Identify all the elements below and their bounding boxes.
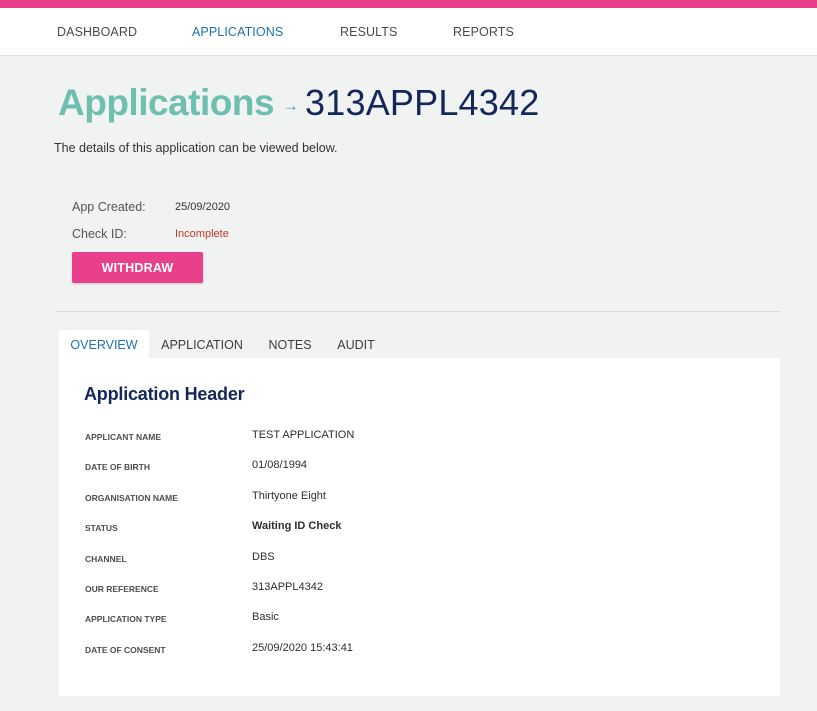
our-reference-value: 313APPL4342 <box>252 581 323 593</box>
applicant-name-label: APPLICANT NAME <box>85 432 162 442</box>
app-created-value: 25/09/2020 <box>175 201 231 213</box>
tab-overview[interactable]: OVERVIEW <box>59 330 149 359</box>
page-title: Applications → 313APPL4342 <box>58 82 539 126</box>
status-label: STATUS <box>85 523 118 533</box>
applicant-name-value: TEST APPLICATION <box>252 429 355 441</box>
our-reference-label: OUR REFERENCE <box>85 584 159 594</box>
organisation-name-value: Thirtyone Eight <box>252 490 326 502</box>
application-type-label: APPLICATION TYPE <box>85 614 167 624</box>
brand-accent-bar <box>0 0 817 8</box>
nav-item-applications[interactable]: APPLICATIONS <box>192 25 283 39</box>
date-of-birth-value: 01/08/1994 <box>252 459 308 471</box>
tab-application[interactable]: APPLICATION <box>149 330 255 359</box>
status-value: Waiting ID Check <box>252 520 342 532</box>
app-created-label: App Created: <box>72 200 146 214</box>
breadcrumb-section-link[interactable]: Applications <box>58 82 275 123</box>
main-navigation: DASHBOARD APPLICATIONS RESULTS REPORTS <box>0 8 817 56</box>
overview-panel: Application Header APPLICANT NAME TEST A… <box>59 358 780 696</box>
section-divider <box>57 311 780 312</box>
date-of-birth-label: DATE OF BIRTH <box>85 462 151 472</box>
channel-label: CHANNEL <box>85 554 127 564</box>
date-of-consent-value: 25/09/2020 15:43:41 <box>252 642 353 654</box>
organisation-name-label: ORGANISATION NAME <box>85 493 178 503</box>
application-header-title: Application Header <box>84 384 245 404</box>
nav-item-reports[interactable]: REPORTS <box>453 25 514 39</box>
application-type-value: Basic <box>252 611 279 623</box>
tab-notes[interactable]: NOTES <box>255 330 325 359</box>
date-of-consent-label: DATE OF CONSENT <box>85 645 166 655</box>
channel-value: DBS <box>252 551 275 563</box>
check-id-label: Check ID: <box>72 227 127 241</box>
application-id-heading: 313APPL4342 <box>305 82 540 123</box>
page-description: The details of this application can be v… <box>54 141 338 155</box>
tab-audit[interactable]: AUDIT <box>325 330 387 359</box>
arrow-right-icon: → <box>282 96 300 115</box>
check-id-status: Incomplete <box>175 228 229 240</box>
withdraw-button[interactable]: WITHDRAW <box>72 252 203 283</box>
nav-item-dashboard[interactable]: DASHBOARD <box>57 25 137 39</box>
nav-item-results[interactable]: RESULTS <box>340 25 397 39</box>
